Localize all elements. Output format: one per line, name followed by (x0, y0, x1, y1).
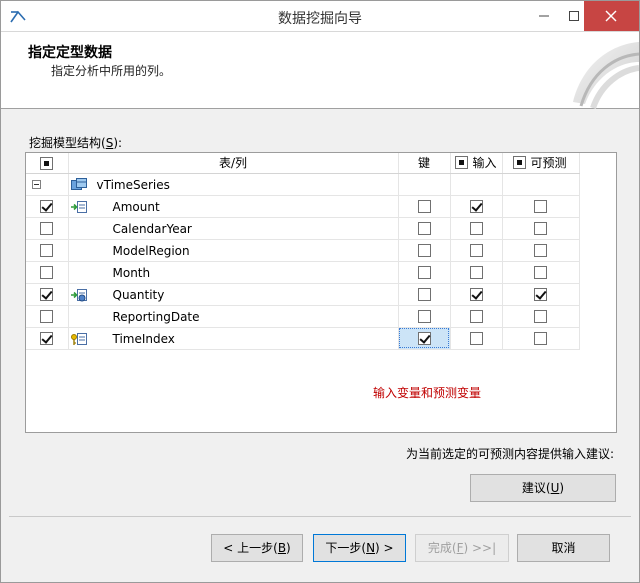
row-select-checkbox[interactable] (40, 222, 54, 235)
minimize-icon (539, 15, 549, 17)
key-checkbox[interactable] (417, 288, 431, 301)
table-row: ReportingDate (26, 305, 580, 328)
row-select-checkbox[interactable] (40, 288, 54, 301)
page-subtitle: 指定分析中所用的列。 (51, 64, 172, 78)
header-predict-cell: 可预测 (502, 153, 580, 174)
table-row: TimeIndex (26, 327, 580, 350)
cancel-button[interactable]: 取消 (517, 534, 610, 562)
input-checkbox[interactable] (469, 332, 483, 345)
input-column-icon (70, 200, 87, 213)
footer-separator (9, 516, 631, 517)
suggest-hint: 为当前选定的可预测内容提供输入建议: (406, 447, 615, 461)
collapse-icon[interactable] (32, 180, 41, 189)
header-table-column: 表/列 (68, 153, 399, 174)
finish-button[interactable]: 完成(F) >>| (415, 534, 509, 562)
predict-checkbox[interactable] (534, 244, 547, 257)
row-select-checkbox[interactable] (40, 244, 54, 257)
row-select-checkbox[interactable] (40, 332, 54, 345)
maximize-icon (569, 11, 579, 21)
row-select-checkbox[interactable] (40, 310, 54, 323)
header-input: 输入 (472, 156, 497, 171)
column-name: Month (112, 265, 151, 280)
predict-checkbox[interactable] (534, 266, 547, 279)
grid-header-row: 表/列 键 输入 可预测 (26, 153, 580, 174)
page-title: 指定定型数据 (28, 45, 112, 61)
column-name: ModelRegion (112, 243, 190, 258)
input-checkbox[interactable] (469, 222, 483, 235)
input-checkbox[interactable] (469, 288, 483, 301)
wizard-banner-icon (573, 42, 639, 109)
select-all-checkbox[interactable] (40, 156, 54, 170)
annotation-text: 输入变量和预测变量 (373, 386, 482, 400)
table-row: ModelRegion (26, 239, 580, 262)
mining-structure-label: 挖掘模型结构(S): (29, 136, 123, 150)
wizard-window: 数据挖掘向导 指定定型数据 指定分析中所用的列。 挖掘模型结构(S): 表/列 … (0, 0, 640, 583)
input-checkbox[interactable] (469, 266, 483, 279)
close-icon (605, 10, 617, 22)
table-row: Amount (26, 195, 580, 218)
collapse-cell (26, 173, 69, 196)
header-key: 键 (398, 153, 451, 174)
selected-cell[interactable] (398, 327, 451, 350)
column-name: Quantity (112, 287, 165, 302)
key-checkbox[interactable] (417, 244, 431, 257)
close-button[interactable] (584, 1, 639, 31)
input-checkbox[interactable] (469, 310, 483, 323)
predict-checkbox[interactable] (534, 200, 547, 213)
predict-checkbox[interactable] (534, 310, 547, 323)
table-name-cell: vTimeSeries (68, 173, 399, 196)
predict-all-checkbox[interactable] (512, 156, 526, 170)
next-button[interactable]: 下一步(N) > (313, 534, 406, 562)
table-row: CalendarYear (26, 217, 580, 240)
predict-checkbox[interactable] (534, 288, 547, 301)
column-name: Amount (112, 199, 160, 214)
key-checkbox[interactable] (417, 200, 431, 213)
key-checkbox[interactable] (417, 332, 431, 345)
mining-structure-grid[interactable]: 表/列 键 输入 可预测 vTimeSeries Amount Calendar… (25, 152, 617, 433)
header-select-cell (26, 153, 69, 174)
table-name: vTimeSeries (96, 177, 170, 192)
key-checkbox[interactable] (417, 266, 431, 279)
predict-column-icon (70, 288, 87, 301)
key-checkbox[interactable] (417, 222, 431, 235)
row-select-checkbox[interactable] (40, 200, 54, 213)
predict-checkbox[interactable] (534, 222, 547, 235)
column-name: CalendarYear (112, 221, 192, 236)
row-select-checkbox[interactable] (40, 266, 54, 279)
title-bar: 数据挖掘向导 (1, 1, 639, 32)
suggest-button[interactable]: 建议(U) (470, 474, 616, 502)
back-button[interactable]: < 上一步(B) (211, 534, 303, 562)
key-checkbox[interactable] (417, 310, 431, 323)
column-name: ReportingDate (112, 309, 200, 324)
key-column-icon (70, 332, 87, 345)
predict-checkbox[interactable] (534, 332, 547, 345)
wizard-header: 指定定型数据 指定分析中所用的列。 (1, 32, 639, 109)
input-all-checkbox[interactable] (454, 156, 468, 170)
input-checkbox[interactable] (469, 244, 483, 257)
header-input-cell: 输入 (450, 153, 503, 174)
header-predict: 可预测 (530, 156, 567, 171)
input-checkbox[interactable] (469, 200, 483, 213)
column-name: TimeIndex (112, 331, 175, 346)
table-icon (70, 177, 87, 190)
table-row: vTimeSeries (26, 173, 580, 196)
table-row: Quantity (26, 283, 580, 306)
table-row: Month (26, 261, 580, 284)
